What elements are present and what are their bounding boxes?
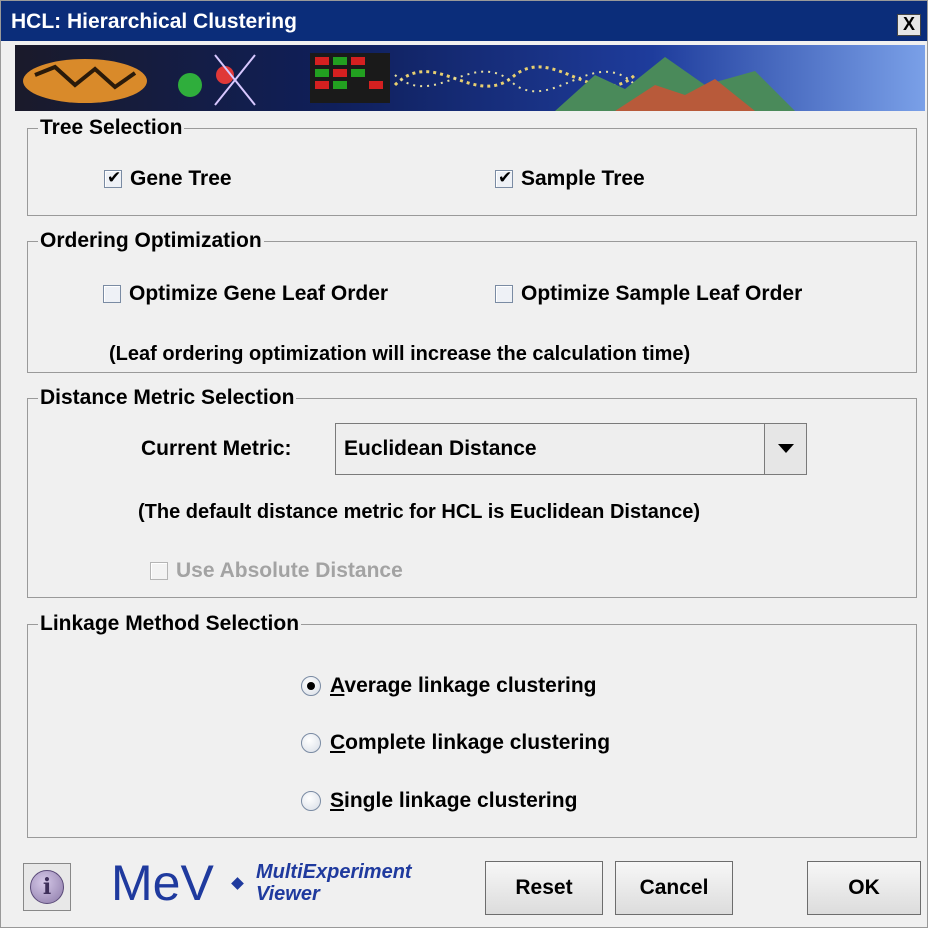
checkbox-label: Optimize Gene Leaf Order [129,282,389,305]
checkbox-label: Optimize Sample Leaf Order [521,282,803,305]
window-title: HCL: Hierarchical Clustering [11,10,297,33]
complete-linkage-radio[interactable]: Complete linkage clustering [301,731,610,755]
radio-button[interactable] [301,676,321,696]
banner-image [15,45,925,111]
distance-metric-select[interactable]: Euclidean Distance [335,423,807,475]
checkbox-label: Gene Tree [130,167,232,190]
single-linkage-radio[interactable]: Single linkage clustering [301,789,577,813]
radio-label: Complete linkage clustering [330,731,611,754]
selected-metric-value: Euclidean Distance [344,437,537,460]
radio-button[interactable] [301,791,321,811]
checkbox-box[interactable] [103,285,121,303]
mev-logo: MeV [111,855,214,911]
radio-label: Average linkage clustering [330,674,597,697]
current-metric-label: Current Metric: [141,437,292,460]
checkbox-label: Sample Tree [521,167,645,190]
logo-subtitle-line: Viewer [256,883,320,905]
logo-subtitle-line: MultiExperiment [256,861,412,883]
average-linkage-radio[interactable]: Average linkage clustering [301,674,597,698]
cancel-button[interactable]: Cancel [615,861,733,915]
chevron-down-icon[interactable] [764,424,806,474]
mev-logo-subtitle: MultiExperiment Viewer [256,861,412,905]
logo-dot-icon [231,877,244,890]
optimize-sample-leaf-checkbox[interactable]: Optimize Sample Leaf Order [495,282,802,306]
checkbox-box[interactable] [495,285,513,303]
close-button[interactable]: X [897,14,921,36]
radio-button[interactable] [301,733,321,753]
title-bar[interactable]: HCL: Hierarchical Clustering X [1,1,927,41]
reset-button[interactable]: Reset [485,861,603,915]
checkbox-label: Use Absolute Distance [176,559,403,582]
ok-button[interactable]: OK [807,861,921,915]
radio-label: Single linkage clustering [330,789,578,812]
hcl-dialog: HCL: Hierarchical Clustering X Tree Sele… [0,0,928,928]
gene-tree-checkbox[interactable]: Gene Tree [104,167,232,191]
group-title: Linkage Method Selection [38,612,302,636]
info-button[interactable]: i [23,863,71,911]
checkbox-box [150,562,168,580]
leaf-ordering-note: (Leaf ordering optimization will increas… [109,343,691,365]
checkbox-box[interactable] [104,168,122,188]
info-icon: i [30,870,64,904]
use-absolute-distance-checkbox: Use Absolute Distance [150,559,403,583]
sample-tree-checkbox[interactable]: Sample Tree [495,167,645,191]
group-title: Distance Metric Selection [38,386,297,410]
optimize-gene-leaf-checkbox[interactable]: Optimize Gene Leaf Order [103,282,388,306]
checkbox-box[interactable] [495,168,513,188]
default-metric-note: (The default distance metric for HCL is … [138,501,700,523]
group-title: Ordering Optimization [38,229,264,253]
group-title: Tree Selection [38,116,185,140]
